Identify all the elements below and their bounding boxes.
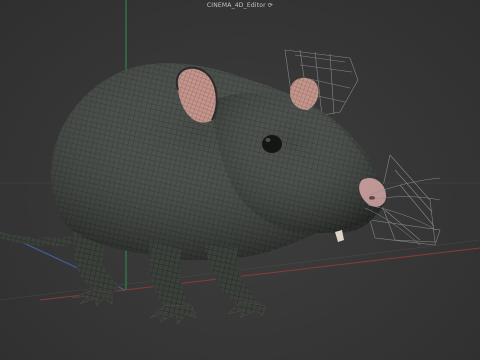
rat-tail (0, 232, 72, 247)
viewport-scene[interactable] (0, 0, 480, 360)
3d-viewport[interactable]: CINEMA_4D_Editor ⟳ (0, 0, 480, 360)
rat-eye (262, 135, 282, 153)
